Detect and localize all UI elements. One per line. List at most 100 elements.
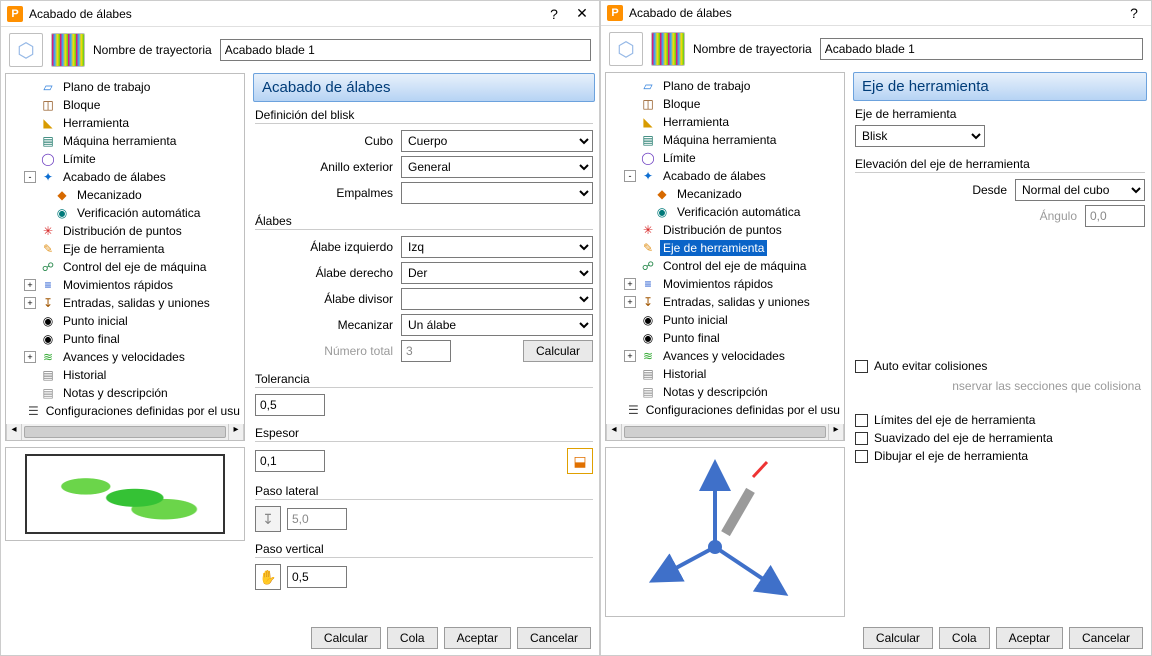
tree-item-ver[interactable]: ◉Verificación automática xyxy=(606,203,844,221)
tree-item-plano[interactable]: ▱Plano de trabajo xyxy=(6,78,244,96)
alabe-der-select[interactable]: Der xyxy=(401,262,593,284)
tree-item-pini[interactable]: ◉Punto inicial xyxy=(6,312,244,330)
strat-icon: ✦ xyxy=(640,168,656,184)
tree-item-pfin[interactable]: ◉Punto final xyxy=(606,329,844,347)
tree-item-mov[interactable]: +≡Movimientos rápidos xyxy=(606,275,844,293)
tree-item-av[interactable]: +≋Avances y velocidades xyxy=(6,348,244,366)
tree-item-mec[interactable]: ◆Mecanizado xyxy=(606,185,844,203)
alabe-izq-select[interactable]: Izq xyxy=(401,236,593,258)
anillo-select[interactable]: General xyxy=(401,156,593,178)
elev-label: Elevación del eje de herramienta xyxy=(855,155,1145,173)
smoothing-check[interactable]: Suavizado del eje de herramienta xyxy=(855,431,1145,445)
tree-item-pfin[interactable]: ◉Punto final xyxy=(6,330,244,348)
calcular-button[interactable]: Calcular xyxy=(311,627,381,649)
tree-item-lim[interactable]: ◯Límite xyxy=(606,149,844,167)
tree-item-hist[interactable]: ▤Historial xyxy=(6,366,244,384)
auto-avoid-check[interactable]: Auto evitar colisiones xyxy=(855,359,1145,373)
view-icon-wire[interactable]: ⬡ xyxy=(609,32,643,66)
calcular-blades-button[interactable]: Calcular xyxy=(523,340,593,362)
expander-icon[interactable]: + xyxy=(24,279,36,291)
tree-hscroll[interactable]: ◂▸ xyxy=(606,424,844,440)
stepdown-icon[interactable]: ✋ xyxy=(255,564,281,590)
tree-item-mec[interactable]: ◆Mecanizado xyxy=(6,186,244,204)
help-button[interactable]: ? xyxy=(1123,5,1145,21)
paso-lat-label: Paso lateral xyxy=(255,482,593,500)
toprow: ⬡ Nombre de trayectoria xyxy=(1,27,599,73)
cancelar-button[interactable]: Cancelar xyxy=(517,627,591,649)
trajectory-name-input[interactable] xyxy=(220,39,591,61)
desde-select[interactable]: Normal del cubo xyxy=(1015,179,1145,201)
tree-item-conf[interactable]: ☰Configuraciones definidas por el usu xyxy=(6,402,244,420)
tree-item-dist[interactable]: ✳Distribución de puntos xyxy=(6,222,244,240)
tree-item-dist[interactable]: ✳Distribución de puntos xyxy=(606,221,844,239)
cubo-select[interactable]: Cuerpo xyxy=(401,130,593,152)
tree-item-note[interactable]: ▤Notas y descripción xyxy=(6,384,244,402)
tree-item-strat[interactable]: -✦Acabado de álabes xyxy=(6,168,244,186)
paso-vert-input[interactable] xyxy=(287,566,347,588)
empalmes-select[interactable] xyxy=(401,182,593,204)
expander-icon[interactable]: + xyxy=(624,296,636,308)
tree-item-strat[interactable]: -✦Acabado de álabes xyxy=(606,167,844,185)
tree-item-pini[interactable]: ◉Punto inicial xyxy=(606,311,844,329)
help-button[interactable]: ? xyxy=(543,6,565,22)
tool-axis-icon xyxy=(645,457,805,607)
tree-item-lim[interactable]: ◯Límite xyxy=(6,150,244,168)
tol-input[interactable] xyxy=(255,394,325,416)
tree-item-label: Verificación automática xyxy=(74,205,203,221)
tree-item-note[interactable]: ▤Notas y descripción xyxy=(606,383,844,401)
mec-icon: ◆ xyxy=(654,186,670,202)
tree-item-label: Punto final xyxy=(660,330,723,346)
view-icon-color[interactable] xyxy=(51,33,85,67)
alabe-div-select[interactable] xyxy=(401,288,593,310)
expander-icon[interactable]: + xyxy=(24,297,36,309)
tree-item-eje[interactable]: ✎Eje de herramienta xyxy=(6,240,244,258)
blade-preview-icon xyxy=(25,454,225,534)
view-icon-wire[interactable]: ⬡ xyxy=(9,33,43,67)
eje-select[interactable]: Blisk xyxy=(855,125,985,147)
cola-button[interactable]: Cola xyxy=(939,627,990,649)
tree-item-ver[interactable]: ◉Verificación automática xyxy=(6,204,244,222)
cola-button[interactable]: Cola xyxy=(387,627,438,649)
tree-item-ent[interactable]: +↧Entradas, salidas y uniones xyxy=(606,293,844,311)
tree-item-plano[interactable]: ▱Plano de trabajo xyxy=(606,77,844,95)
tree-item-label: Máquina herramienta xyxy=(660,132,779,148)
tree-item-ctrl[interactable]: ☍Control del eje de máquina xyxy=(606,257,844,275)
expander-icon[interactable]: + xyxy=(624,278,636,290)
tree-item-conf[interactable]: ☰Configuraciones definidas por el usu xyxy=(606,401,844,419)
cancelar-button[interactable]: Cancelar xyxy=(1069,627,1143,649)
tree-item-herr[interactable]: ◣Herramienta xyxy=(606,113,844,131)
tree-item-bloque[interactable]: ◫Bloque xyxy=(606,95,844,113)
tree-hscroll[interactable]: ◂▸ xyxy=(6,424,244,440)
tree-item-label: Entradas, salidas y uniones xyxy=(60,295,213,311)
expander-icon[interactable]: + xyxy=(24,351,36,363)
tree-item-hist[interactable]: ▤Historial xyxy=(606,365,844,383)
aceptar-button[interactable]: Aceptar xyxy=(996,627,1063,649)
eje-icon: ✎ xyxy=(40,241,56,257)
tree-item-label: Punto inicial xyxy=(660,312,731,328)
tree-item-maq[interactable]: ▤Máquina herramienta xyxy=(606,131,844,149)
thickness-icon[interactable]: ⬓ xyxy=(567,448,593,474)
trajectory-name-input[interactable] xyxy=(820,38,1143,60)
expander-icon[interactable]: - xyxy=(24,171,36,183)
tree-item-ctrl[interactable]: ☍Control del eje de máquina xyxy=(6,258,244,276)
view-icon-color[interactable] xyxy=(651,32,685,66)
tree-item-av[interactable]: +≋Avances y velocidades xyxy=(606,347,844,365)
limits-check[interactable]: Límites del eje de herramienta xyxy=(855,413,1145,427)
tol-label: Tolerancia xyxy=(255,370,593,388)
tree-item-herr[interactable]: ◣Herramienta xyxy=(6,114,244,132)
paso-lat-input xyxy=(287,508,347,530)
expander-icon[interactable]: + xyxy=(624,350,636,362)
expander-icon[interactable]: - xyxy=(624,170,636,182)
aceptar-button[interactable]: Aceptar xyxy=(444,627,511,649)
tree-item-label: Acabado de álabes xyxy=(60,169,169,185)
draw-check[interactable]: Dibujar el eje de herramienta xyxy=(855,449,1145,463)
tree-item-maq[interactable]: ▤Máquina herramienta xyxy=(6,132,244,150)
mecanizar-select[interactable]: Un álabe xyxy=(401,314,593,336)
tree-item-bloque[interactable]: ◫Bloque xyxy=(6,96,244,114)
calcular-button[interactable]: Calcular xyxy=(863,627,933,649)
close-button[interactable]: ✕ xyxy=(571,5,593,22)
esp-input[interactable] xyxy=(255,450,325,472)
tree-item-ent[interactable]: +↧Entradas, salidas y uniones xyxy=(6,294,244,312)
tree-item-eje[interactable]: ✎Eje de herramienta xyxy=(606,239,844,257)
tree-item-mov[interactable]: +≡Movimientos rápidos xyxy=(6,276,244,294)
